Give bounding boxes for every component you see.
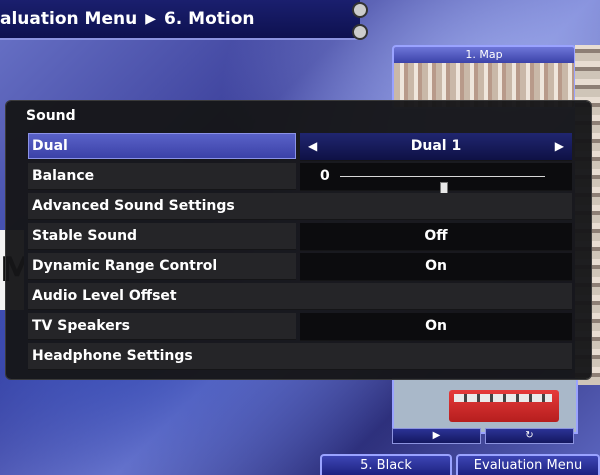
tab-evaluation-menu[interactable]: Evaluation Menu [456,454,600,475]
dual-selector[interactable]: ◀ Dual 1 ▶ [300,133,572,161]
slider-track[interactable] [340,176,545,198]
map-panel[interactable]: 1. Map [392,45,576,109]
balance-slider[interactable]: 0 [300,163,572,198]
menu-row-dynamic-range-control[interactable]: Dynamic Range Control On [28,253,572,281]
breadcrumb-current: 6. Motion [163,9,255,29]
breadcrumb-separator-icon: ▶ [145,11,156,27]
menu-row-headphone-settings[interactable]: Headphone Settings [28,343,572,370]
menu-row-label: TV Speakers [28,313,296,340]
menu-row-advanced-sound-settings[interactable]: Advanced Sound Settings [28,193,572,220]
menu-row-label: Stable Sound [28,223,296,250]
menu-row-label: Dual [28,133,296,160]
tab-black[interactable]: 5. Black [320,454,452,475]
left-arrow-icon[interactable]: ◀ [308,133,317,160]
breadcrumb-parent: aluation Menu [0,9,138,29]
stable-sound-value[interactable]: Off [300,223,572,251]
menu-row-audio-level-offset[interactable]: Audio Level Offset [28,283,572,310]
right-arrow-icon[interactable]: ▶ [555,133,564,160]
menu-row-dual[interactable]: Dual ◀ Dual 1 ▶ [28,133,572,161]
menu-row-label: Audio Level Offset [28,283,572,310]
menu-row-label: Dynamic Range Control [28,253,296,280]
bottom-tab-bar: 5. Black Evaluation Menu [320,454,600,475]
bus-image-panel[interactable] [392,378,578,434]
menu-row-label: Headphone Settings [28,343,572,370]
breadcrumb: aluation Menu ▶ 6. Motion [0,0,368,40]
dynamic-range-control-value[interactable]: On [300,253,572,281]
dual-value: Dual 1 [410,138,462,154]
video-controls: ▶ ↻ [392,428,574,444]
panel-title: Sound [26,108,76,124]
menu-row-stable-sound[interactable]: Stable Sound Off [28,223,572,251]
menu-row-balance[interactable]: Balance 0 [28,163,572,198]
knob-icon [352,24,368,40]
bus-windows [454,394,552,402]
map-panel-title: 1. Map [394,47,574,63]
play-icon[interactable]: ▶ [392,428,481,444]
tv-speakers-value[interactable]: On [300,313,572,341]
menu-row-label: Advanced Sound Settings [28,193,572,220]
balance-value: 0 [320,168,330,184]
menu-row-label: Balance [28,163,296,190]
menu-row-tv-speakers[interactable]: TV Speakers On [28,313,572,341]
sound-menu-panel: Sound Dual ◀ Dual 1 ▶ Balance 0 Advanced… [6,101,591,379]
knob-icon [352,2,368,18]
repeat-icon[interactable]: ↻ [485,428,574,444]
